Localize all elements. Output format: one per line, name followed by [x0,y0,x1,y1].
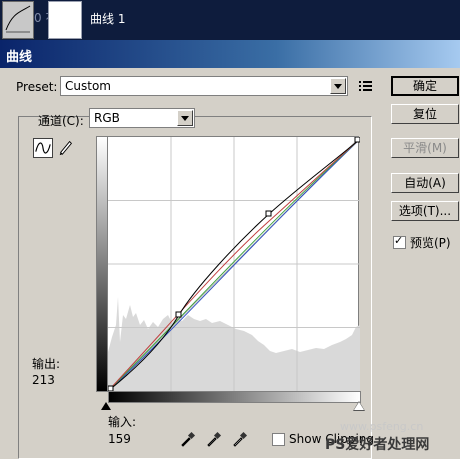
layers-strip: 0 花已 曲线 1 [0,0,460,40]
watermark-site: PS爱好者处理网 [325,437,430,453]
reset-button[interactable]: 复位 [391,104,459,124]
chevron-down-icon[interactable] [330,78,346,94]
auto-button[interactable]: 自动(A) [391,173,459,193]
preset-label: Preset: [16,80,58,94]
preview-check-box[interactable] [393,234,406,249]
options-button[interactable]: 选项(T)... [391,201,459,221]
preview-label: 预览(P) [410,236,451,250]
preset-menu-icon[interactable] [357,78,375,94]
layer-name: 曲线 1 [90,12,126,26]
ok-button[interactable]: 确定 [391,76,459,96]
preset-value: Custom [65,79,111,93]
black-point-slider[interactable] [101,402,111,410]
input-gradient-bar [108,391,361,403]
black-eyedropper-icon[interactable] [180,431,196,447]
channel-label: 通道(C): [38,114,84,128]
pencil-tool-icon[interactable] [57,138,77,158]
channel-select[interactable]: RGB [89,108,195,128]
curve-tool-icon[interactable] [33,138,53,158]
preview-checkbox[interactable]: 预览(P) [393,234,451,251]
curve-point[interactable] [265,210,272,217]
curves-graph[interactable] [107,136,360,391]
curve-point[interactable] [175,311,182,318]
layer-mask-thumbnail[interactable] [48,1,82,39]
curves-adjustment-thumbnail[interactable] [2,1,34,39]
curve-point[interactable] [354,137,360,143]
dialog-title: 曲线 [6,50,33,65]
input-label: 输入: [108,415,137,429]
watermark-url: www.psfeng.cn [340,420,424,433]
curve-point[interactable] [108,385,114,391]
output-value[interactable]: 213 [32,373,55,387]
dialog-titlebar: 曲线 [0,40,460,68]
output-label: 输出: [32,357,61,371]
curves-graph-svg[interactable] [108,137,360,391]
white-point-slider[interactable] [354,402,364,410]
smooth-button[interactable]: 平滑(M) [391,138,459,158]
white-eyedropper-icon[interactable] [232,431,248,447]
input-value[interactable]: 159 [108,432,131,446]
gray-eyedropper-icon[interactable] [206,431,222,447]
chevron-down-icon[interactable] [177,110,193,126]
show-clipping-box[interactable] [272,432,285,446]
channel-value: RGB [94,111,120,125]
preset-select[interactable]: Custom [60,76,348,96]
